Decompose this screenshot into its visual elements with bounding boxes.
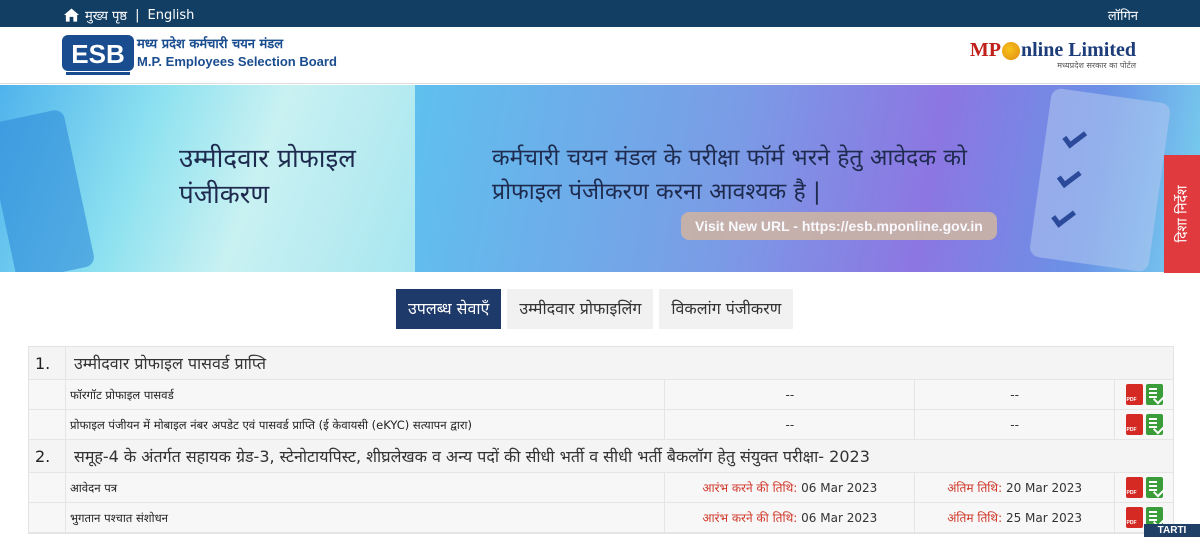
start-date: -- [665, 380, 916, 409]
mponline-brand-rest: nline Limited [1020, 39, 1136, 61]
end-date: -- [915, 380, 1116, 409]
mponline-logo[interactable]: MP nline Limited मध्यप्रदेश सरकार का पोर… [970, 39, 1136, 71]
pdf-icon[interactable] [1125, 507, 1143, 528]
end-date: 20 Mar 2023 [1005, 481, 1083, 495]
board-title: मध्य प्रदेश कर्मचारी चयन मंडल M.P. Emplo… [137, 36, 337, 70]
board-title-hindi: मध्य प्रदेश कर्मचारी चयन मंडल [137, 37, 284, 52]
end-date: 25 Mar 2023 [1005, 511, 1083, 525]
section-title: समूह-4 के अंतर्गत सहायक ग्रेड-3, स्टेनोट… [74, 447, 870, 466]
services-table: 1. उम्मीदवार प्रोफाइल पासवर्ड प्राप्ति फ… [28, 346, 1174, 534]
table-row: प्रोफाइल पंजीयन में मोबाइल नंबर अपडेट एव… [29, 410, 1173, 440]
esb-logo[interactable]: ESB [62, 33, 134, 77]
end-date-label: अंतिम तिथि: [947, 511, 1003, 525]
pdf-icon[interactable] [1125, 477, 1143, 498]
start-date-label: आरंभ करने की तिथि: [702, 481, 798, 495]
apply-form-icon[interactable] [1145, 414, 1163, 435]
service-tabs: उपलब्ध सेवाएँ उम्मीदवार प्रोफाइलिंग विकल… [396, 289, 794, 329]
table-row: फॉरगॉट प्रोफाइल पासवर्ड -- -- [29, 380, 1173, 410]
tab-available-services[interactable]: उपलब्ध सेवाएँ [396, 289, 502, 329]
check-icon [1051, 204, 1076, 228]
service-name: भुगतान पश्चात संशोधन [66, 503, 666, 532]
site-header: ESB मध्य प्रदेश कर्मचारी चयन मंडल M.P. E… [0, 27, 1200, 84]
home-link[interactable]: मुख्य पृष्ठ [85, 6, 127, 24]
check-icon [1062, 125, 1088, 149]
separator: | [135, 7, 140, 23]
home-icon[interactable] [64, 8, 79, 22]
start-date-label: आरंभ करने की तिथि: [702, 511, 798, 525]
tab-disabled-registration[interactable]: विकलांग पंजीकरण [659, 289, 794, 329]
start-date: 06 Mar 2023 [801, 511, 878, 525]
clipboard-illustration [1028, 87, 1172, 272]
tab-candidate-profiling[interactable]: उम्मीदवार प्रोफाइलिंग [507, 289, 654, 329]
table-row: भुगतान पश्चात संशोधन आरंभ करने की तिथि: … [29, 503, 1173, 533]
section-number: 2. [29, 440, 66, 472]
apply-form-icon[interactable] [1145, 384, 1163, 405]
service-name: आवेदन पत्र [66, 473, 666, 502]
check-icon [1056, 165, 1082, 189]
banner-title-line2: पंजीकरण [179, 180, 270, 210]
start-date: 06 Mar 2023 [801, 481, 878, 495]
start-date: -- [665, 410, 916, 439]
corner-badge[interactable]: TARTI [1144, 524, 1200, 537]
section-row: 1. उम्मीदवार प्रोफाइल पासवर्ड प्राप्ति [29, 347, 1173, 380]
section-number: 1. [29, 347, 66, 379]
esb-logo-text: ESB [71, 39, 124, 69]
pdf-icon[interactable] [1125, 414, 1143, 435]
login-link[interactable]: लॉगिन [1108, 6, 1138, 24]
hero-banner: उम्मीदवार प्रोफाइल पंजीकरण कर्मचारी चयन … [0, 85, 1200, 272]
end-date-label: अंतिम तिथि: [947, 481, 1003, 495]
banner-message-line2: प्रोफाइल पंजीकरण करना आवश्यक है | [492, 179, 821, 205]
new-url-notice[interactable]: Visit New URL - https://esb.mponline.gov… [681, 212, 997, 240]
end-date: -- [915, 410, 1116, 439]
top-bar-left-links: मुख्य पृष्ठ | English [64, 6, 194, 24]
service-name: प्रोफाइल पंजीयन में मोबाइल नंबर अपडेट एव… [66, 410, 666, 439]
language-link[interactable]: English [147, 8, 194, 23]
guidelines-side-tab[interactable]: दिशा निर्देश [1164, 155, 1200, 273]
guidelines-label: दिशा निर्देश [1174, 185, 1191, 243]
pdf-icon[interactable] [1125, 384, 1143, 405]
section-title: उम्मीदवार प्रोफाइल पासवर्ड प्राप्ति [74, 354, 266, 373]
apply-form-icon[interactable] [1145, 477, 1163, 498]
top-bar: मुख्य पृष्ठ | English लॉगिन [0, 0, 1200, 27]
table-row: आवेदन पत्र आरंभ करने की तिथि: 06 Mar 202… [29, 473, 1173, 503]
banner-message-line1: कर्मचारी चयन मंडल के परीक्षा फॉर्म भरने … [492, 145, 967, 171]
service-name: फॉरगॉट प्रोफाइल पासवर्ड [66, 380, 666, 409]
globe-icon [1001, 41, 1020, 60]
banner-title: उम्मीदवार प्रोफाइल पंजीकरण [179, 141, 356, 213]
banner-title-line1: उम्मीदवार प्रोफाइल [179, 144, 356, 174]
section-row: 2. समूह-4 के अंतर्गत सहायक ग्रेड-3, स्टे… [29, 440, 1173, 473]
mponline-brand-mp: MP [969, 39, 1001, 61]
banner-message: कर्मचारी चयन मंडल के परीक्षा फॉर्म भरने … [492, 141, 967, 209]
board-title-english: M.P. Employees Selection Board [137, 54, 337, 69]
